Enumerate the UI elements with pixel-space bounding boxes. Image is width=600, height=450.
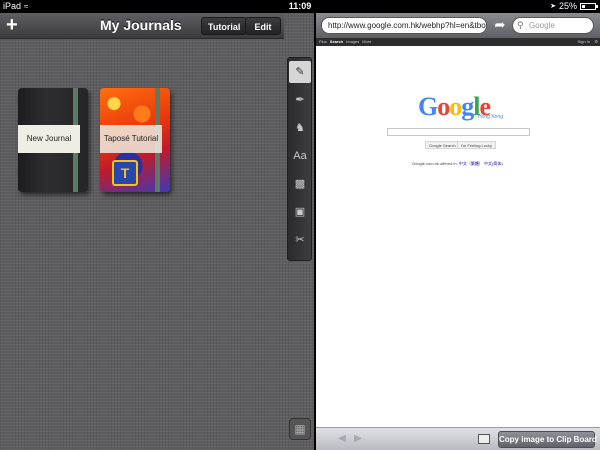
google-nav-search[interactable]: Search [330, 39, 343, 44]
eraser-icon[interactable]: ▩ [289, 173, 311, 195]
grid-icon[interactable]: ▦ [289, 418, 311, 440]
logo-letter: G [418, 92, 438, 121]
feeling-lucky-button[interactable]: I'm Feeling Lucky [457, 141, 496, 149]
browser-pane: http://www.google.com.hk/webhp?hl=en&tbo… [316, 13, 600, 450]
pen-icon[interactable]: ✎ [289, 61, 311, 83]
offered-text: Google.com.hk offered in: [412, 161, 458, 166]
journals-pane: + My Journals Tutorial Edit New Journal … [0, 13, 314, 450]
share-icon[interactable]: ➦ [490, 16, 510, 34]
gear-icon[interactable]: ⚙ [594, 38, 598, 46]
browser-bottom-bar: ◀ ▶ Copy image to Clip Board [316, 427, 600, 450]
battery-icon [580, 3, 598, 10]
copy-to-clipboard-button[interactable]: Copy image to Clip Board [498, 431, 597, 448]
sign-in-link[interactable]: Sign In [578, 38, 590, 46]
search-icon: ⚲ [517, 20, 524, 30]
browser-toolbar: http://www.google.com.hk/webhp?hl=en&tbo… [316, 13, 600, 38]
status-right: ➤ 25% [550, 0, 598, 13]
tapose-logo-icon: T [112, 160, 138, 186]
google-nav-plus[interactable]: Plus [319, 39, 327, 44]
search-placeholder: Google [529, 21, 555, 30]
text-tool[interactable]: Aa [289, 145, 311, 167]
google-nav-images[interactable]: Images [346, 39, 359, 44]
url-field[interactable]: http://www.google.com.hk/webhp?hl=en&tbo… [321, 17, 487, 34]
location-arrow-icon: ➤ [550, 3, 556, 10]
edit-button[interactable]: Edit [245, 17, 281, 35]
scissors-icon[interactable]: ✂ [289, 229, 311, 251]
lang-traditional-link[interactable]: 中文（繁體） [459, 161, 483, 166]
google-search-button[interactable]: Google Search [425, 141, 460, 149]
back-arrow-icon[interactable]: ◀ [335, 432, 349, 446]
forward-arrow-icon[interactable]: ▶ [351, 432, 365, 446]
search-input[interactable]: ⚲ Google [512, 17, 594, 34]
lang-simplified-link[interactable]: 中文(简体) [484, 161, 503, 166]
tutorial-button[interactable]: Tutorial [201, 17, 248, 35]
journal-label: New Journal [18, 125, 80, 153]
stamp-icon[interactable]: ♞ [289, 117, 311, 139]
journal-label: Taposé Tutorial [100, 125, 162, 153]
status-bar: iPad ≈ 11:09 ➤ 25% [0, 0, 600, 13]
frame-icon[interactable]: ▣ [289, 201, 311, 223]
language-offer: Google.com.hk offered in: 中文（繁體） 中文(简体) [412, 161, 503, 167]
logo-letter: o [449, 92, 462, 121]
google-top-bar: Plus Search Images More Sign In ⚙ [316, 38, 600, 46]
battery-percent: 25% [558, 1, 577, 11]
copy-icon[interactable] [478, 434, 490, 444]
google-search-box[interactable] [387, 128, 530, 136]
journal-tutorial[interactable]: Taposé Tutorial T [100, 88, 170, 192]
marker-icon[interactable]: ✒ [289, 89, 311, 111]
logo-letter: g [461, 92, 474, 121]
tool-palette: ✎ ✒ ♞ Aa ▩ ▣ ✂ [287, 57, 312, 261]
add-journal-button[interactable]: + [6, 15, 18, 35]
clock: 11:09 [288, 1, 312, 11]
page-title: My Journals [100, 17, 182, 33]
journal-new[interactable]: New Journal [18, 88, 88, 192]
journals-nav-bar: + My Journals Tutorial Edit [0, 13, 284, 39]
logo-letter: o [437, 92, 450, 121]
google-region: Hong Kong [478, 114, 504, 120]
google-nav-more[interactable]: More [362, 39, 371, 44]
battery-fill [582, 5, 585, 8]
